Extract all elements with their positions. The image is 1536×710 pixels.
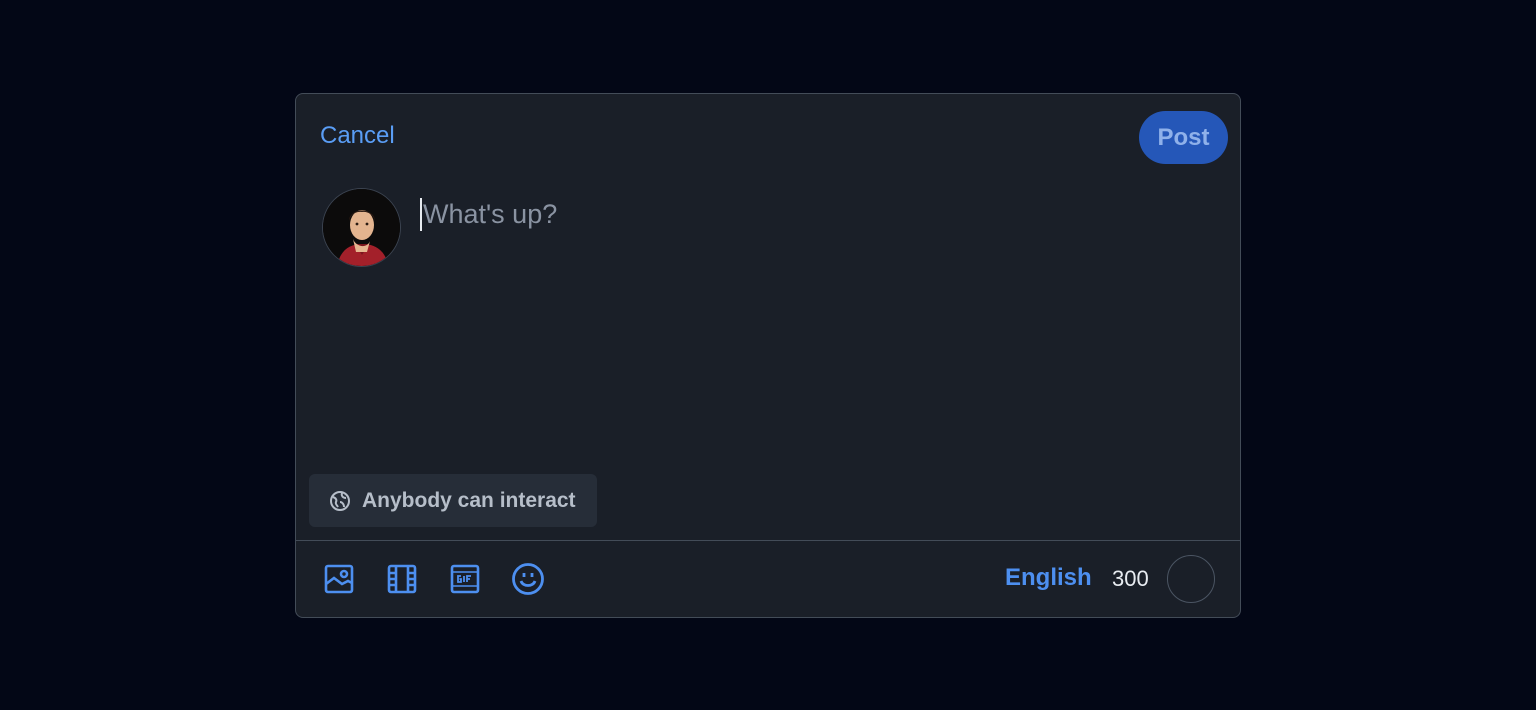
post-text-placeholder: What's up? <box>423 198 558 229</box>
character-progress-ring <box>1167 555 1215 603</box>
emoji-icon <box>512 563 544 595</box>
language-selector[interactable]: English <box>1005 564 1092 592</box>
image-icon <box>324 564 354 594</box>
add-video-button[interactable] <box>385 561 419 597</box>
video-icon <box>387 564 417 594</box>
add-emoji-button[interactable] <box>511 561 545 597</box>
add-image-button[interactable] <box>322 561 356 597</box>
text-caret <box>420 197 422 231</box>
gif-icon <box>450 564 480 594</box>
add-gif-button[interactable] <box>448 561 482 597</box>
toolbar-divider <box>296 540 1240 541</box>
cancel-button[interactable]: Cancel <box>320 122 395 150</box>
globe-icon <box>330 490 350 511</box>
post-button[interactable]: Post <box>1139 111 1228 164</box>
interaction-settings-button[interactable]: Anybody can interact <box>309 474 597 527</box>
post-composer: Cancel Post What's up? Anybody can inter… <box>295 93 1241 618</box>
interaction-settings-label: Anybody can interact <box>362 488 576 512</box>
character-count: 300 <box>1112 566 1149 591</box>
post-text-input[interactable]: What's up? <box>420 194 1210 234</box>
avatar[interactable] <box>322 188 401 267</box>
